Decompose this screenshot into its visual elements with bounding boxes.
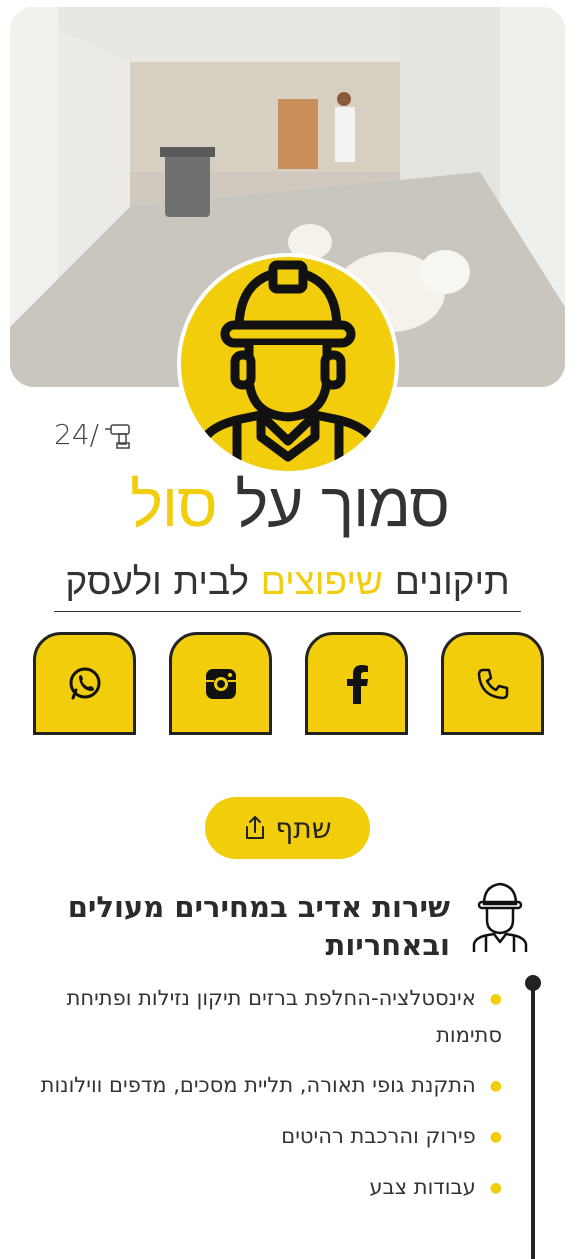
- construction-worker-icon: [196, 260, 380, 471]
- list-item: ● פירוק והרכבת רהיטים: [40, 1118, 502, 1155]
- services-header: שירות אדיב במחירים מעולים ובאחריות: [40, 880, 530, 970]
- list-item: ●אינסטלציה-החלפת ברזים תיקון נזילות ופתי…: [40, 980, 502, 1053]
- instagram-button[interactable]: [169, 632, 272, 735]
- share-button[interactable]: שתף: [205, 797, 370, 859]
- phone-button[interactable]: [441, 632, 544, 735]
- whatsapp-icon: [69, 667, 100, 699]
- visits-counter: 24/: [54, 418, 135, 451]
- bullet-icon: ●: [489, 1180, 502, 1196]
- bullet-icon: ●: [489, 991, 502, 1007]
- list-item: ● התקנת גופי תאורה, תליית מסכים, מדפים וו…: [40, 1067, 502, 1104]
- service-text: התקנת גופי תאורה, תליית מסכים, מדפים ווי…: [40, 1073, 476, 1097]
- facebook-icon: [346, 664, 368, 704]
- worker-avatar: [177, 253, 399, 475]
- whatsapp-button[interactable]: [33, 632, 136, 735]
- subtitle-accent: שיפוצים: [260, 560, 383, 603]
- timeline-line: [531, 983, 535, 1259]
- subtitle-part3: לבית ולעסק: [65, 560, 249, 603]
- worker-outline-icon: [472, 882, 528, 952]
- services-title: שירות אדיב במחירים מעולים ובאחריות: [67, 890, 450, 962]
- share-label: שתף: [275, 811, 332, 845]
- drill-icon: [105, 423, 130, 449]
- business-subtitle: תיקונים שיפוצים לבית ולעסק: [54, 560, 521, 612]
- bullet-icon: ●: [489, 1129, 502, 1145]
- bullet-icon: ●: [489, 1078, 502, 1094]
- service-text: אינסטלציה-החלפת ברזים תיקון נזילות ופתיח…: [66, 986, 502, 1047]
- counter-value: 24/: [54, 418, 100, 451]
- instagram-icon: [205, 668, 236, 699]
- share-icon: [246, 816, 265, 839]
- business-title: סמוך על סול: [0, 468, 579, 541]
- social-buttons: [33, 632, 544, 737]
- phone-icon: [477, 668, 508, 699]
- subtitle-part1: תיקונים: [394, 560, 510, 603]
- service-text: עבודות צבע: [369, 1175, 476, 1199]
- title-main: סמוך על: [235, 468, 450, 541]
- facebook-button[interactable]: [305, 632, 408, 735]
- services-list: ●אינסטלציה-החלפת ברזים תיקון נזילות ופתי…: [40, 980, 502, 1220]
- service-text: פירוק והרכבת רהיטים: [281, 1124, 476, 1148]
- list-item: ● עבודות צבע: [40, 1169, 502, 1206]
- title-accent: סול: [130, 468, 218, 541]
